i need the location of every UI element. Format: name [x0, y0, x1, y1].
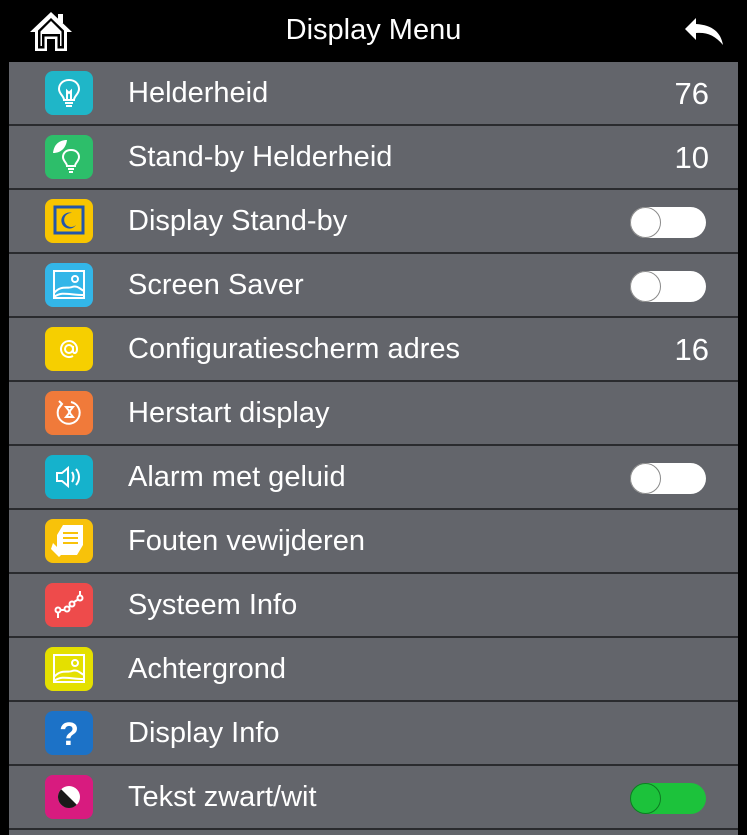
toggle-knob: [630, 783, 661, 814]
toggle-knob: [630, 271, 661, 302]
setting-label: Alarm met geluid: [128, 461, 346, 493]
setting-row-restart-display[interactable]: Herstart display: [9, 382, 738, 446]
setting-row-standby-helderheid[interactable]: Stand-by Helderheid 10: [9, 126, 738, 190]
screen-saver-toggle[interactable]: [630, 271, 706, 302]
background-picture-icon: [45, 647, 93, 691]
setting-row-helderheid[interactable]: Helderheid 76: [9, 62, 738, 126]
setting-row-alarm-sound[interactable]: Alarm met geluid: [9, 446, 738, 510]
at-sign-icon: [45, 327, 93, 371]
lightbulb-icon: [45, 71, 93, 115]
toggle-knob: [630, 207, 661, 238]
svg-text:?: ?: [59, 716, 79, 752]
setting-row-system-info[interactable]: Systeem Info: [9, 574, 738, 638]
page-title: Display Menu: [285, 14, 462, 46]
landscape-picture-icon: [45, 263, 93, 307]
restart-icon: [45, 391, 93, 435]
setting-row-display-info[interactable]: ? Display Info: [9, 702, 738, 766]
erase-document-icon: [45, 519, 93, 563]
setting-label: Configuratiescherm adres: [128, 333, 461, 365]
setting-label: Stand-by Helderheid: [128, 141, 393, 173]
display-standby-toggle[interactable]: [630, 207, 706, 238]
setting-row-text-black-white[interactable]: Tekst zwart/wit: [9, 766, 738, 830]
setting-row-display-standby[interactable]: Display Stand-by: [9, 190, 738, 254]
contrast-icon: [45, 775, 93, 819]
setting-label: Display Info: [128, 717, 280, 749]
setting-label: Fouten vewijderen: [128, 525, 365, 557]
setting-row-clear-errors[interactable]: Fouten vewijderen: [9, 510, 738, 574]
eco-bulb-icon: [45, 135, 93, 179]
setting-row-screen-saver[interactable]: Screen Saver: [9, 254, 738, 318]
settings-list: Helderheid 76 Stand-by Helderheid 10 Dis…: [9, 62, 738, 835]
setting-label: Systeem Info: [128, 589, 298, 621]
setting-row-config-address[interactable]: Configuratiescherm adres 16: [9, 318, 738, 382]
setting-label: Herstart display: [128, 397, 330, 429]
setting-value: 76: [674, 76, 709, 111]
speaker-icon: [45, 455, 93, 499]
setting-label: Helderheid: [128, 77, 269, 109]
back-arrow-icon: [685, 18, 723, 45]
setting-row-background[interactable]: Achtergrond: [9, 638, 738, 702]
alarm-sound-toggle[interactable]: [630, 463, 706, 494]
setting-label: Display Stand-by: [128, 205, 348, 237]
setting-label: Tekst zwart/wit: [128, 781, 317, 813]
header-bar: Display Menu: [0, 0, 747, 62]
network-nodes-icon: [45, 583, 93, 627]
setting-value: 10: [674, 140, 709, 175]
setting-label: Screen Saver: [128, 269, 304, 301]
moon-screen-icon: [45, 199, 93, 243]
text-black-white-toggle[interactable]: [630, 783, 706, 814]
setting-label: Achtergrond: [128, 653, 286, 685]
toggle-knob: [630, 463, 661, 494]
question-mark-icon: ?: [45, 711, 93, 755]
back-button[interactable]: [682, 12, 730, 52]
setting-value: 16: [674, 332, 709, 367]
